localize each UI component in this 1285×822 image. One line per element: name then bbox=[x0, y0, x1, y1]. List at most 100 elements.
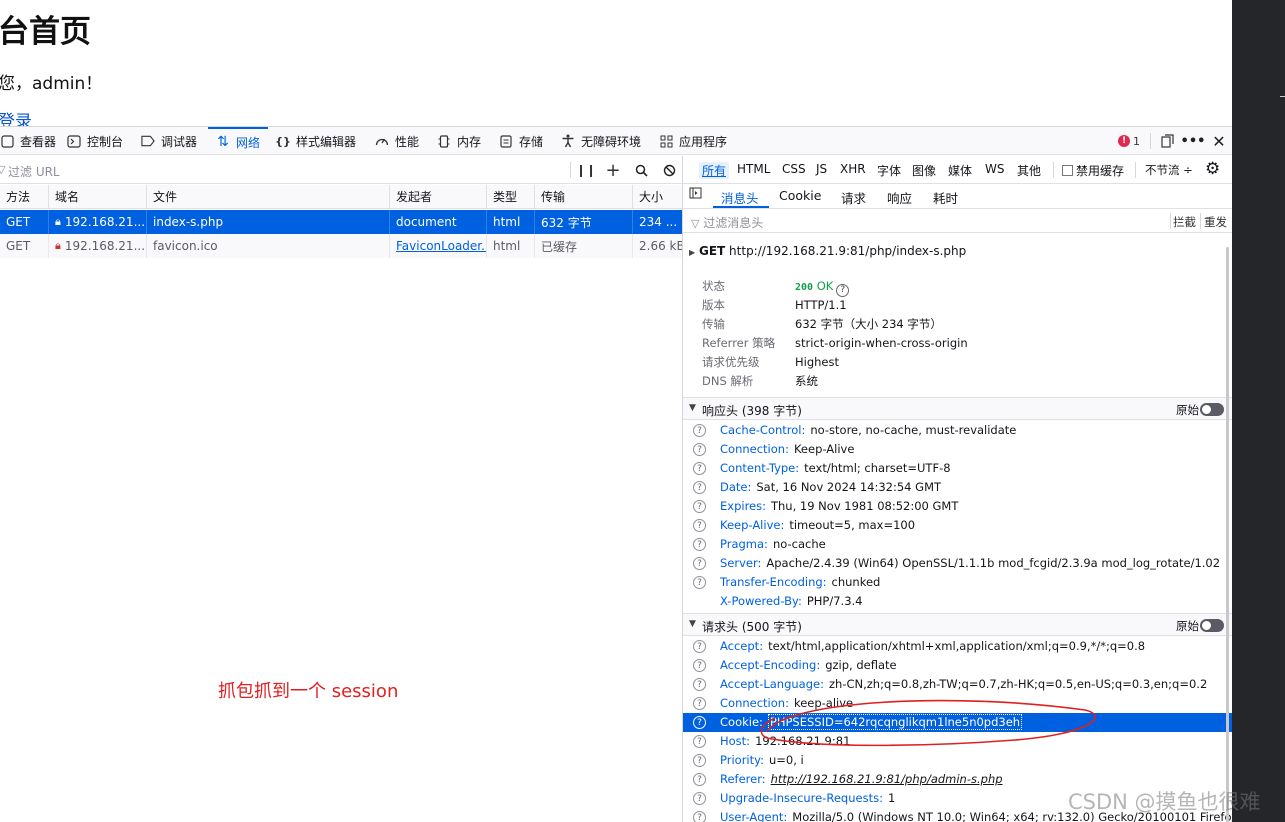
table-row[interactable]: GET 🔒︎ 192.168.21.... favicon.ico Favicon… bbox=[0, 234, 682, 258]
header-row[interactable]: ? Accept: text/html,application/xhtml+xml,… bbox=[683, 637, 1232, 656]
referer-link[interactable]: http://192.168.21.9:81/php/admin-s.php bbox=[771, 772, 1003, 786]
filter-ws[interactable]: WS bbox=[985, 162, 1004, 176]
tab-performance[interactable]: 性能 bbox=[375, 127, 419, 155]
help-icon[interactable]: ? bbox=[693, 716, 706, 729]
throttle-select[interactable]: 不节流 ÷ bbox=[1145, 162, 1193, 178]
help-icon[interactable]: ? bbox=[693, 538, 706, 551]
column-size[interactable]: 大小 bbox=[633, 185, 682, 208]
header-row[interactable]: ? Connection: Keep-Alive bbox=[683, 440, 1232, 459]
settings-gear-icon[interactable]: ⚙ bbox=[1205, 159, 1220, 179]
help-icon[interactable]: ? bbox=[693, 557, 706, 570]
logout-link[interactable]: 登录 bbox=[0, 107, 32, 126]
filter-css[interactable]: CSS bbox=[782, 162, 806, 176]
header-row[interactable]: ? Content-Type: text/html; charset=UTF-8 bbox=[683, 459, 1232, 478]
header-row[interactable]: ? Priority: u=0, i bbox=[683, 751, 1232, 770]
request-line[interactable]: ▶ GET http://192.168.21.9:81/php/index-s… bbox=[689, 244, 966, 258]
filter-images[interactable]: 图像 bbox=[912, 162, 936, 179]
column-initiator[interactable]: 发起者 bbox=[390, 185, 487, 208]
more-options-icon[interactable]: ••• bbox=[1181, 127, 1206, 155]
header-row[interactable]: ? Connection: keep-alive bbox=[683, 694, 1232, 713]
column-type[interactable]: 类型 bbox=[487, 185, 535, 208]
help-icon[interactable]: ? bbox=[693, 462, 706, 475]
filter-fonts[interactable]: 字体 bbox=[877, 162, 901, 179]
help-icon[interactable]: ? bbox=[693, 640, 706, 653]
response-headers-section[interactable]: ▼ 响应头 (398 字节) 原始 bbox=[683, 397, 1232, 420]
help-icon[interactable]: ? bbox=[693, 754, 706, 767]
raw-toggle[interactable] bbox=[1200, 403, 1224, 416]
header-value: text/html,application/xhtml+xml,applicat… bbox=[768, 639, 1146, 653]
header-row[interactable]: ? Keep-Alive: timeout=5, max=100 bbox=[683, 516, 1232, 535]
add-icon[interactable]: + bbox=[604, 160, 622, 181]
help-icon[interactable]: ? bbox=[693, 519, 706, 532]
raw-toggle[interactable] bbox=[1200, 619, 1224, 632]
annotation-text: 抓包抓到一个 session bbox=[218, 681, 399, 702]
tab-console[interactable]: 控制台 bbox=[67, 127, 123, 155]
help-icon[interactable]: ? bbox=[693, 697, 706, 710]
help-icon[interactable]: ? bbox=[836, 283, 850, 297]
url-filter-input[interactable]: 过滤 URL bbox=[8, 163, 60, 180]
error-count-badge[interactable]: ! 1 bbox=[1114, 127, 1144, 155]
tab-accessibility[interactable]: 无障碍环境 bbox=[561, 127, 641, 155]
initiator-link[interactable]: FaviconLoader.... bbox=[396, 239, 486, 253]
tab-headers[interactable]: 消息头 bbox=[721, 188, 759, 207]
header-row[interactable]: ? Pragma: no-cache bbox=[683, 535, 1232, 554]
filter-xhr[interactable]: XHR bbox=[840, 162, 866, 176]
toggle-sidebar-icon[interactable] bbox=[689, 187, 702, 202]
dock-toggle-icon[interactable] bbox=[1155, 127, 1179, 155]
close-icon[interactable]: ✕ bbox=[1207, 127, 1231, 155]
filter-other[interactable]: 其他 bbox=[1017, 162, 1041, 179]
tab-response[interactable]: 响应 bbox=[887, 188, 912, 207]
filter-html[interactable]: HTML bbox=[737, 162, 770, 176]
header-row[interactable]: X-Powered-By: PHP/7.3.4 bbox=[683, 592, 1232, 611]
cookie-value[interactable]: PHPSESSID=642rqcqnglikqm1lne5n0pd3eh bbox=[767, 714, 1023, 730]
filter-media[interactable]: 媒体 bbox=[948, 162, 972, 179]
filter-all[interactable]: 所有 bbox=[699, 162, 730, 179]
column-domain[interactable]: 域名 bbox=[49, 185, 147, 208]
help-icon[interactable]: ? bbox=[693, 792, 706, 805]
clear-icon[interactable] bbox=[660, 161, 678, 179]
tab-style-editor[interactable]: {} 样式编辑器 bbox=[275, 127, 356, 155]
header-row[interactable]: ? Transfer-Encoding: chunked bbox=[683, 573, 1232, 592]
header-row[interactable]: ? Accept-Language: zh-CN,zh;q=0.8,zh-TW;q=… bbox=[683, 675, 1232, 694]
search-icon[interactable] bbox=[632, 161, 650, 179]
column-transfer[interactable]: 传输 bbox=[535, 185, 633, 208]
request-headers-section[interactable]: ▼ 请求头 (500 字节) 原始 bbox=[683, 613, 1232, 636]
tab-inspector[interactable]: 查看器 bbox=[0, 127, 56, 155]
help-icon[interactable]: ? bbox=[693, 424, 706, 437]
header-row[interactable]: ? Cache-Control: no-store, no-cache, must-… bbox=[683, 421, 1232, 440]
header-row[interactable]: ? Server: Apache/2.4.39 (Win64) OpenSSL/1.… bbox=[683, 554, 1232, 573]
tab-application[interactable]: 应用程序 bbox=[659, 127, 727, 155]
pause-icon[interactable]: ❙❙ bbox=[576, 161, 596, 179]
header-row[interactable]: ? Date: Sat, 16 Nov 2024 14:32:54 GMT bbox=[683, 478, 1232, 497]
tab-timings[interactable]: 耗时 bbox=[933, 188, 958, 207]
tab-network[interactable]: ⇅ 网络 bbox=[208, 127, 269, 155]
type-filter-bar: 所有 HTML CSS JS XHR 字体 图像 媒体 WS 其他 禁用缓存 不… bbox=[683, 156, 1232, 184]
help-icon[interactable]: ? bbox=[693, 735, 706, 748]
column-file[interactable]: 文件 bbox=[147, 185, 390, 208]
help-icon[interactable]: ? bbox=[693, 678, 706, 691]
help-icon[interactable]: ? bbox=[693, 576, 706, 589]
tab-request[interactable]: 请求 bbox=[841, 188, 866, 207]
details-scrollbar[interactable] bbox=[1226, 247, 1229, 822]
tab-cookies[interactable]: Cookie bbox=[779, 188, 821, 203]
block-button[interactable]: 拦截 bbox=[1173, 214, 1196, 230]
table-row[interactable]: GET 🔒︎ 192.168.21.... index-s.php documen… bbox=[0, 210, 682, 234]
disable-cache-checkbox[interactable]: 禁用缓存 bbox=[1062, 162, 1124, 179]
header-row-cookie[interactable]: ? Cookie: PHPSESSID=642rqcqnglikqm1lne5n0p… bbox=[683, 713, 1232, 732]
filter-js[interactable]: JS bbox=[816, 162, 827, 176]
help-icon[interactable]: ? bbox=[693, 811, 706, 822]
column-method[interactable]: 方法 bbox=[0, 185, 49, 208]
tab-memory[interactable]: 内存 bbox=[437, 127, 481, 155]
tab-debugger[interactable]: 调试器 bbox=[141, 127, 197, 155]
help-icon[interactable]: ? bbox=[693, 443, 706, 456]
help-icon[interactable]: ? bbox=[693, 773, 706, 786]
resend-button[interactable]: 重发 bbox=[1204, 214, 1227, 230]
tab-storage[interactable]: 存储 bbox=[499, 127, 543, 155]
header-row[interactable]: ? Accept-Encoding: gzip, deflate bbox=[683, 656, 1232, 675]
header-row[interactable]: ? Expires: Thu, 19 Nov 1981 08:52:00 GMT bbox=[683, 497, 1232, 516]
help-icon[interactable]: ? bbox=[693, 481, 706, 494]
help-icon[interactable]: ? bbox=[693, 659, 706, 672]
help-icon[interactable]: ? bbox=[693, 500, 706, 513]
headers-filter-input[interactable]: ▽ 过滤消息头 bbox=[691, 214, 763, 231]
header-row[interactable]: ? Host: 192.168.21.9:81 bbox=[683, 732, 1232, 751]
